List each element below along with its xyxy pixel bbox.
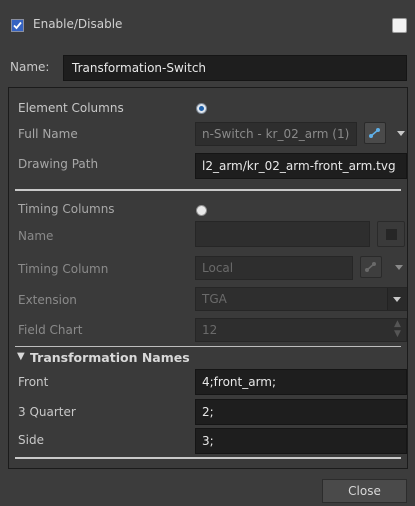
timing-link-button <box>360 256 382 278</box>
enable-checkbox[interactable] <box>11 19 24 32</box>
enable-label: Enable/Disable <box>33 17 123 31</box>
timing-columns-label: Timing Columns <box>18 202 115 216</box>
timing-name-label: Name <box>18 229 54 243</box>
name-label: Name: <box>10 60 50 74</box>
timing-column-label: Timing Column <box>18 262 109 276</box>
timing-name-button <box>377 221 405 247</box>
field-chart-input: 12 <box>195 318 407 342</box>
name-input[interactable]: Transformation-Switch <box>63 55 407 81</box>
timing-columns-radio[interactable] <box>196 205 207 216</box>
checkbox-checked-icon <box>12 20 23 31</box>
triangle-down-icon[interactable]: ▼ <box>17 351 25 362</box>
link-icon <box>369 128 380 138</box>
three-quarter-input[interactable]: 2; <box>195 399 407 425</box>
field-chart-label: Field Chart <box>18 323 83 337</box>
full-name-field: n-Switch - kr_02_arm (1) <box>195 122 357 146</box>
close-button[interactable]: Close <box>322 479 407 503</box>
drawing-path-label: Drawing Path <box>18 157 99 171</box>
extension-select: TGA <box>195 287 407 311</box>
chevron-down-icon <box>395 265 403 270</box>
side-input[interactable]: 3; <box>195 428 407 454</box>
spin-arrows-icon: ▲ ▼ <box>394 319 401 339</box>
chevron-down-icon[interactable] <box>397 131 405 136</box>
chevron-down-icon <box>393 297 401 302</box>
extension-label: Extension <box>18 293 77 307</box>
transformation-names-header[interactable]: Transformation Names <box>30 350 190 365</box>
element-columns-label: Element Columns <box>18 101 124 115</box>
enable-toggle-checkbox[interactable] <box>392 18 407 33</box>
front-label: Front <box>18 375 49 389</box>
drawing-path-input[interactable]: l2_arm/kr_02_arm-front_arm.tvg <box>195 153 407 179</box>
three-quarter-label: 3 Quarter <box>18 405 76 419</box>
front-input[interactable]: 4;front_arm; <box>195 369 407 395</box>
side-label: Side <box>18 433 44 447</box>
element-columns-radio[interactable] <box>196 103 207 114</box>
divider <box>15 189 401 191</box>
close-button-label: Close <box>348 484 381 498</box>
divider <box>15 457 401 459</box>
divider <box>15 346 401 347</box>
extension-dropdown-button <box>387 288 407 310</box>
link-icon <box>365 262 376 272</box>
square-icon <box>386 229 397 240</box>
full-name-label: Full Name <box>18 127 78 141</box>
radio-selected-icon <box>199 106 204 111</box>
link-button[interactable] <box>364 122 386 144</box>
timing-column-field: Local <box>195 256 353 280</box>
timing-name-field <box>195 221 370 247</box>
